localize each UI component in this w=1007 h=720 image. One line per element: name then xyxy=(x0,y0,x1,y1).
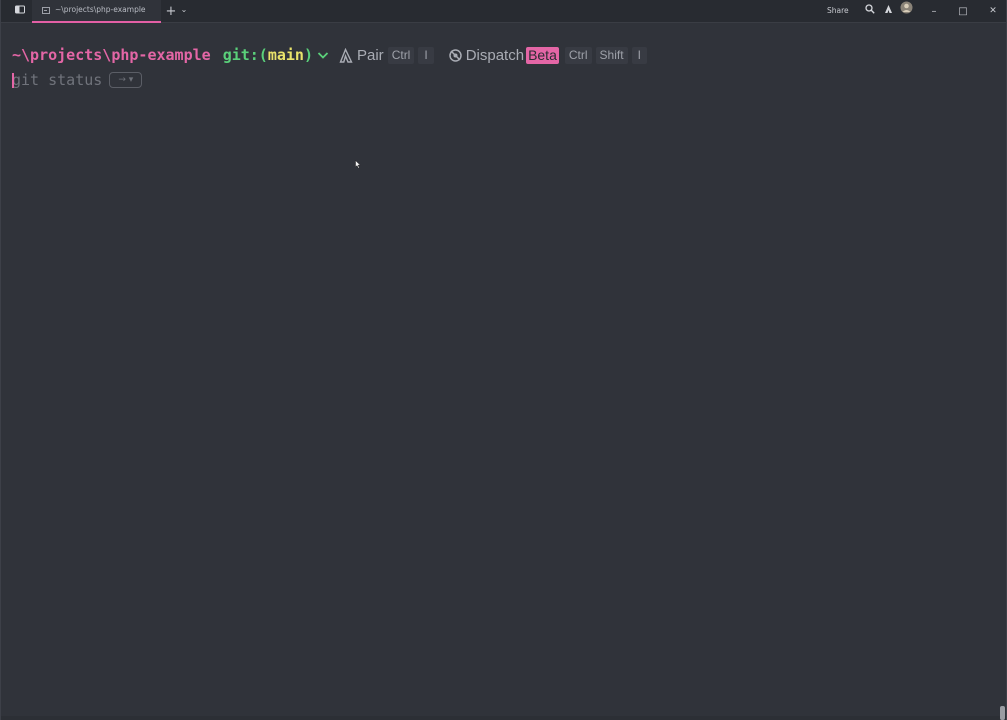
beta-badge: Beta xyxy=(526,46,559,64)
tab-menu-chevron-icon[interactable]: ⌄ xyxy=(179,0,189,20)
dispatch-icon xyxy=(448,48,462,62)
text-cursor xyxy=(12,72,14,88)
status-strip xyxy=(1,716,1007,720)
new-tab-button[interactable]: + xyxy=(165,0,177,23)
maximize-button[interactable]: □ xyxy=(955,0,971,23)
ai-icon[interactable] xyxy=(881,0,895,23)
pair-label: Pair xyxy=(357,46,384,64)
title-bar: ~\projects\php-example + ⌄ Share – □ ✕ xyxy=(1,0,1007,23)
tab-title: ~\projects\php-example xyxy=(55,5,146,14)
panel-icon[interactable] xyxy=(13,0,27,23)
terminal-tab-icon xyxy=(42,7,50,14)
minimize-button[interactable]: – xyxy=(926,0,942,23)
prompt-line: ~\projects\php-example git:(main) Pair C… xyxy=(12,44,647,66)
git-suffix: ) xyxy=(303,46,313,64)
dispatch-button[interactable]: Dispatch Beta Ctrl Shift I xyxy=(448,46,647,64)
mouse-pointer-icon xyxy=(355,160,361,169)
dispatch-key-shift: Shift xyxy=(595,46,628,64)
autosuggestion-text: git status xyxy=(12,71,103,89)
pair-key-ctrl: Ctrl xyxy=(387,46,415,64)
ai-pair-icon xyxy=(339,47,353,63)
check-icon xyxy=(317,52,329,59)
scrollbar-thumb[interactable] xyxy=(1000,706,1005,720)
search-icon[interactable] xyxy=(863,0,877,23)
git-prefix: git:( xyxy=(222,46,268,64)
dispatch-key-ctrl: Ctrl xyxy=(564,46,592,64)
command-input[interactable]: git status → ▾ xyxy=(12,70,143,90)
accept-suggestion-button[interactable]: → ▾ xyxy=(109,72,143,88)
terminal-window: ~\projects\php-example + ⌄ Share – □ ✕ ~… xyxy=(0,0,1007,720)
avatar-icon[interactable] xyxy=(898,0,914,23)
share-button[interactable]: Share xyxy=(827,6,849,15)
pair-key-i: I xyxy=(418,46,434,64)
close-button[interactable]: ✕ xyxy=(985,0,1001,23)
pair-button[interactable]: Pair Ctrl I xyxy=(339,46,434,64)
git-branch: main xyxy=(267,46,304,64)
dispatch-key-i: I xyxy=(631,46,647,64)
dispatch-label: Dispatch xyxy=(465,46,525,64)
tab-active[interactable]: ~\projects\php-example xyxy=(32,0,161,23)
current-path: ~\projects\php-example xyxy=(12,46,211,64)
